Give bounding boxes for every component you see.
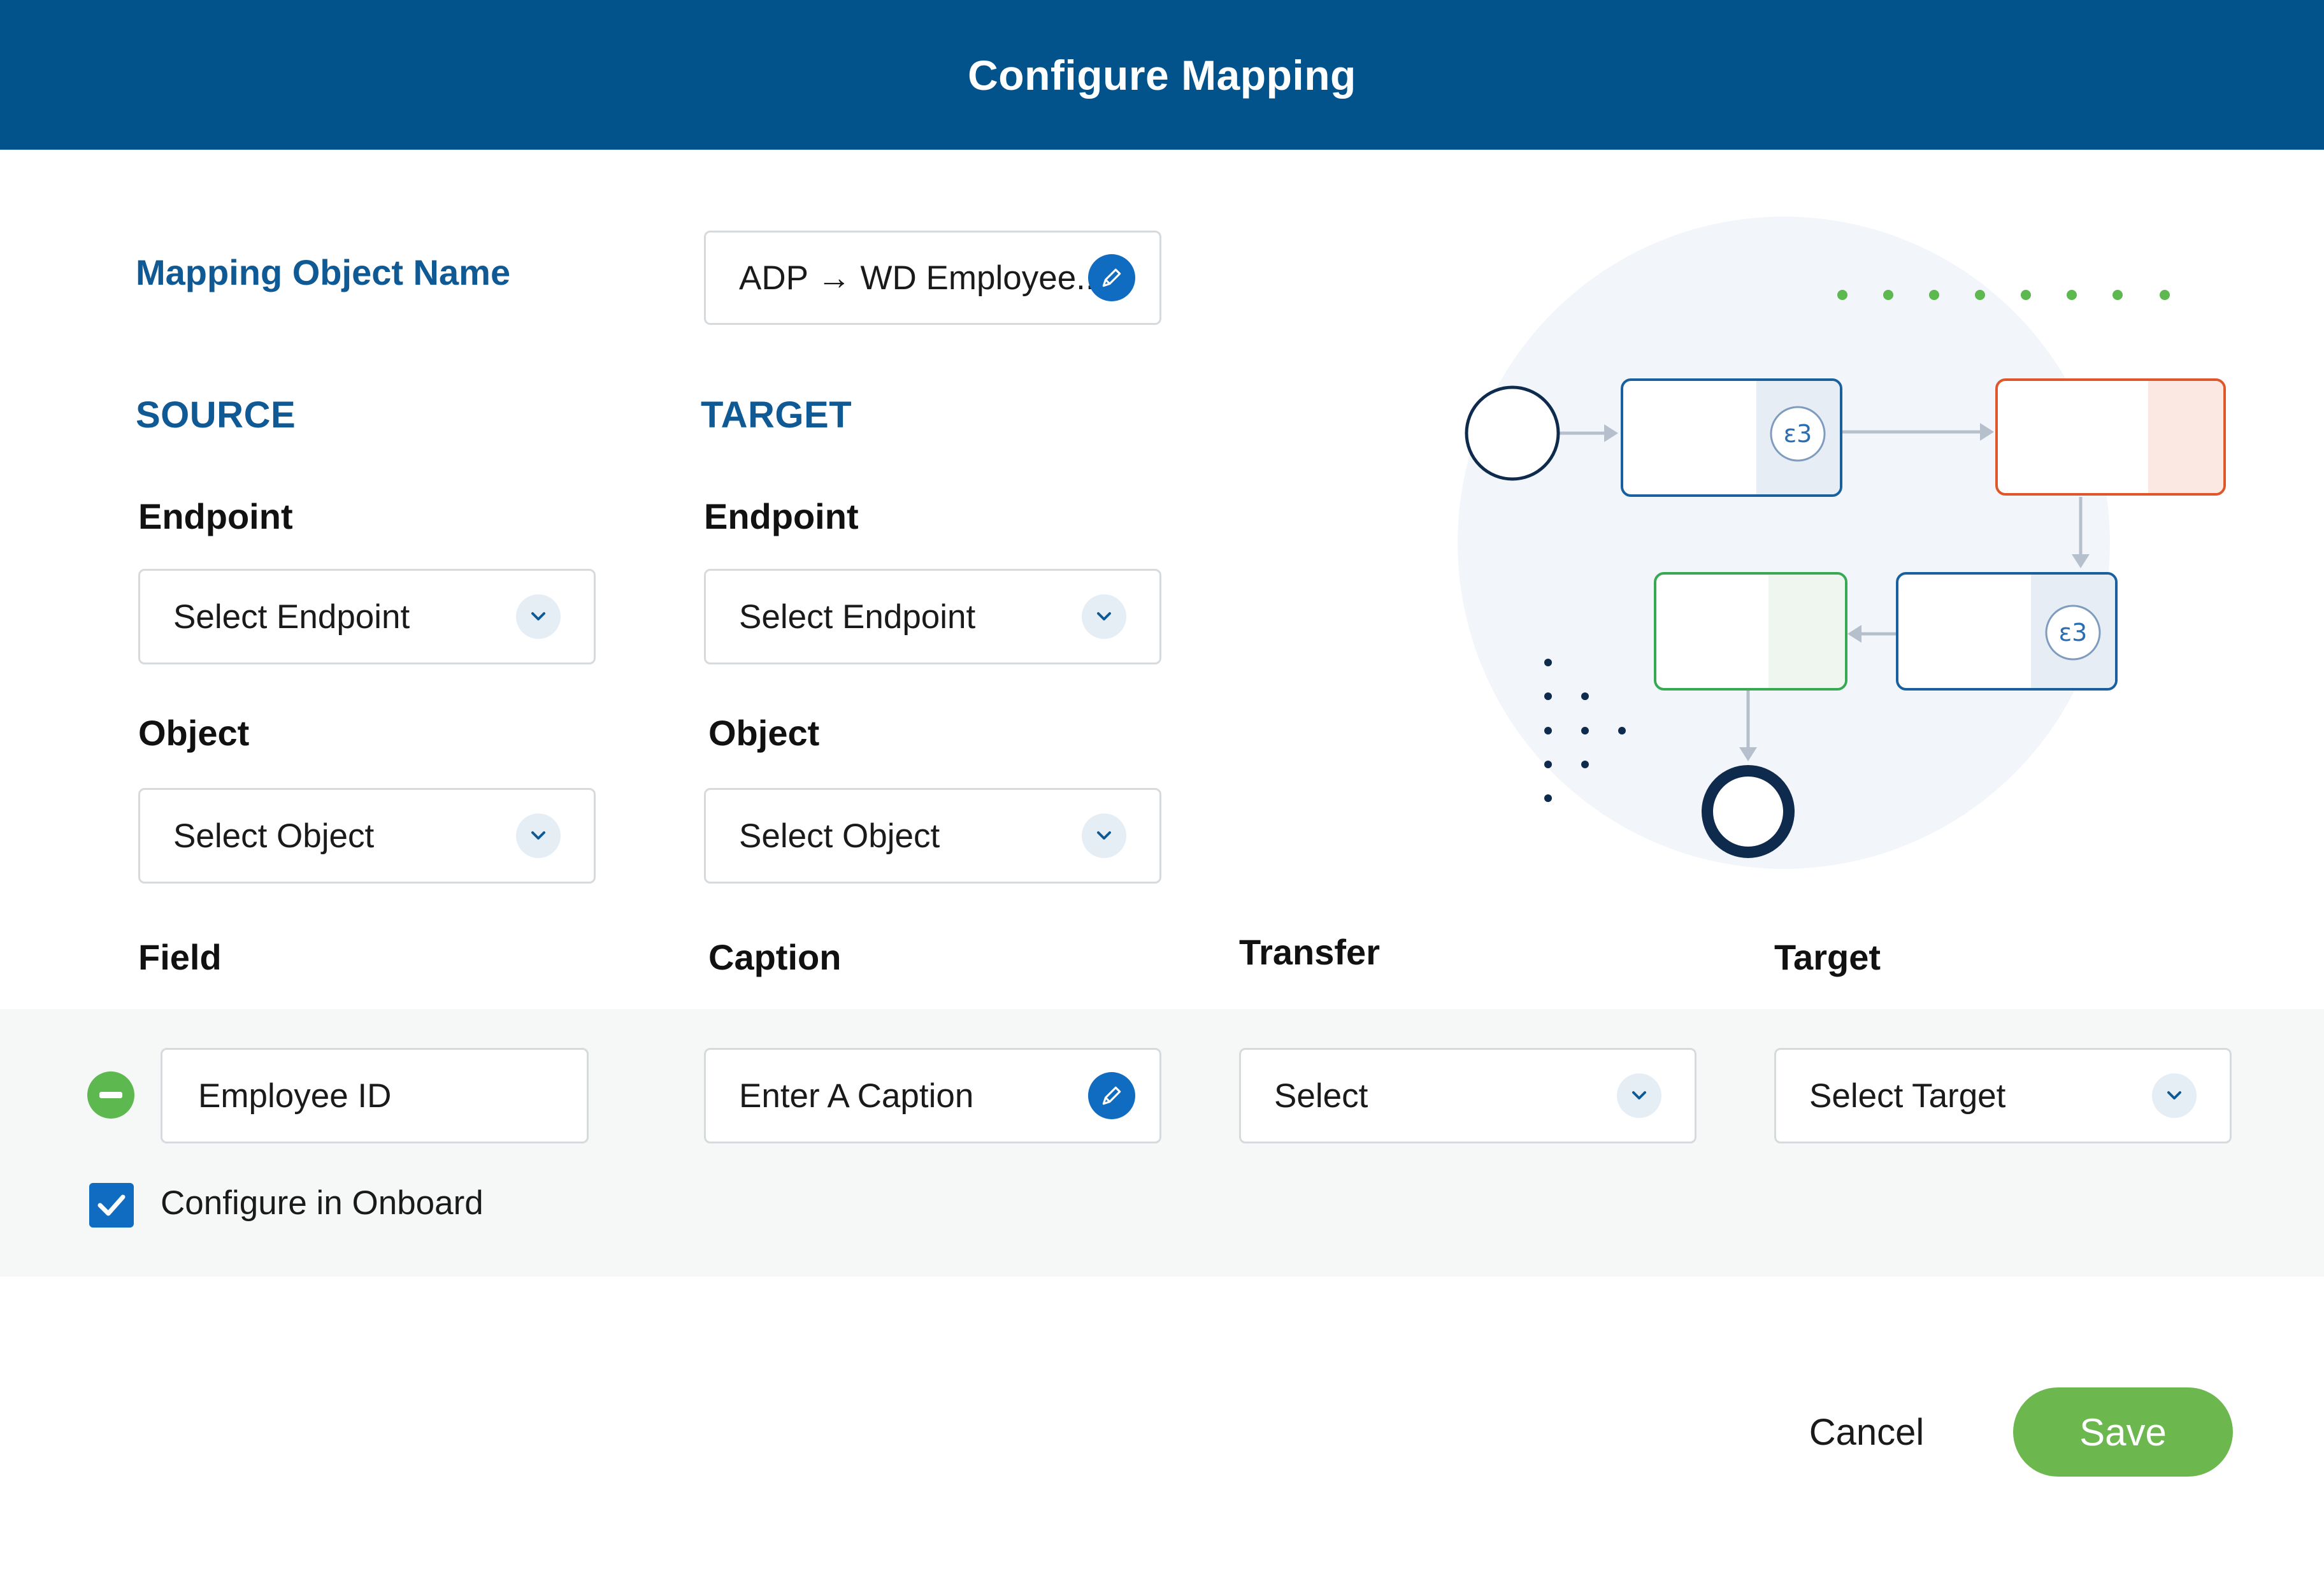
- configure-onboard-checkbox[interactable]: [89, 1183, 134, 1228]
- target-heading: TARGET: [701, 394, 852, 436]
- transfer-value: Select: [1274, 1077, 1368, 1115]
- transfer-select[interactable]: Select: [1239, 1048, 1696, 1143]
- column-header-caption: Caption: [708, 937, 842, 977]
- mapping-name-field[interactable]: ADP → WD Employee..: [704, 231, 1161, 325]
- target-endpoint-value: Select Endpoint: [739, 598, 976, 636]
- checkmark-icon: [97, 1194, 126, 1216]
- minus-icon: [99, 1092, 122, 1098]
- workflow-node-4: [1654, 572, 1847, 691]
- target-value: Select Target: [1809, 1077, 2006, 1115]
- target-endpoint-label: Endpoint: [704, 496, 859, 536]
- remove-row-button[interactable]: [87, 1071, 134, 1119]
- workflow-node-2: [1995, 378, 2226, 496]
- source-endpoint-value: Select Endpoint: [173, 598, 410, 636]
- target-object-label: Object: [708, 713, 820, 753]
- workflow-start-node: [1465, 385, 1560, 481]
- source-object-label: Object: [138, 713, 250, 753]
- column-header-field: Field: [138, 937, 222, 977]
- configure-onboard-label: Configure in Onboard: [161, 1184, 484, 1222]
- source-endpoint-select[interactable]: Select Endpoint: [138, 569, 596, 664]
- code-braces-icon: ε3: [1784, 420, 1812, 448]
- column-header-target: Target: [1774, 937, 1881, 977]
- source-heading: SOURCE: [136, 394, 296, 436]
- workflow-end-node: [1702, 765, 1795, 858]
- chevron-down-icon[interactable]: [1082, 813, 1126, 858]
- source-endpoint-label: Endpoint: [138, 496, 293, 536]
- dialog-title: Configure Mapping: [968, 51, 1356, 99]
- dialog-header: Configure Mapping: [0, 0, 2324, 150]
- caption-input[interactable]: Enter A Caption: [704, 1048, 1161, 1143]
- chevron-down-icon[interactable]: [1617, 1073, 1661, 1118]
- chevron-down-icon[interactable]: [516, 813, 561, 858]
- source-object-value: Select Object: [173, 817, 375, 855]
- source-object-select[interactable]: Select Object: [138, 788, 596, 884]
- chevron-down-icon[interactable]: [516, 594, 561, 639]
- field-value: Employee ID: [198, 1077, 392, 1115]
- save-button[interactable]: Save: [2013, 1387, 2233, 1477]
- code-braces-icon: ε3: [2059, 619, 2088, 647]
- target-object-value: Select Object: [739, 817, 940, 855]
- mapping-name-value: ADP → WD Employee..: [739, 259, 1095, 297]
- target-endpoint-select[interactable]: Select Endpoint: [704, 569, 1161, 664]
- chevron-down-icon[interactable]: [2152, 1073, 2197, 1118]
- target-select[interactable]: Select Target: [1774, 1048, 2232, 1143]
- mapping-name-label: Mapping Object Name: [136, 252, 511, 292]
- workflow-illustration: ε3 ε3: [1458, 217, 2226, 869]
- column-header-transfer: Transfer: [1239, 932, 1380, 972]
- pencil-icon[interactable]: [1088, 254, 1135, 301]
- caption-placeholder: Enter A Caption: [739, 1077, 974, 1115]
- field-input[interactable]: Employee ID: [161, 1048, 589, 1143]
- decorative-dots-green: [1837, 290, 2170, 300]
- pencil-icon[interactable]: [1088, 1072, 1135, 1119]
- illustration-background-circle: [1458, 217, 2110, 869]
- chevron-down-icon[interactable]: [1082, 594, 1126, 639]
- target-object-select[interactable]: Select Object: [704, 788, 1161, 884]
- cancel-button[interactable]: Cancel: [1784, 1387, 1949, 1477]
